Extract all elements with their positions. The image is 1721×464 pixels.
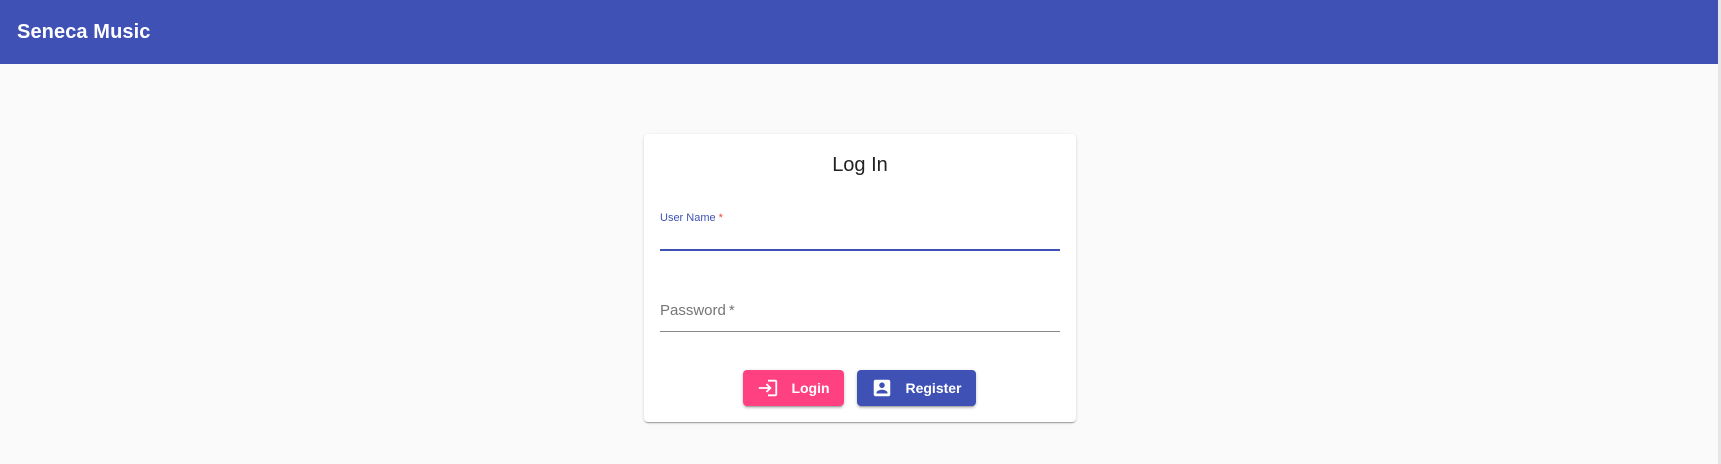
login-button[interactable]: Login: [743, 370, 844, 406]
login-button-label: Login: [791, 380, 830, 396]
login-card-title: Log In: [832, 154, 888, 176]
password-field[interactable]: Password *: [660, 302, 1060, 332]
username-underline: [660, 249, 1060, 251]
app-toolbar: Seneca Music: [0, 0, 1718, 64]
register-button-label: Register: [905, 380, 962, 396]
login-card: Log In User Name * Password * Login Regi…: [644, 134, 1076, 422]
app-title: Seneca Music: [17, 20, 151, 43]
username-input[interactable]: [660, 222, 1060, 246]
account-box-icon: [871, 377, 893, 399]
login-icon: [757, 377, 779, 399]
password-input[interactable]: [660, 306, 1060, 330]
password-underline: [660, 331, 1060, 332]
register-button[interactable]: Register: [857, 370, 976, 406]
app-root: Seneca Music Log In User Name * Password *…: [0, 0, 1721, 464]
username-field[interactable]: User Name *: [660, 212, 1060, 252]
